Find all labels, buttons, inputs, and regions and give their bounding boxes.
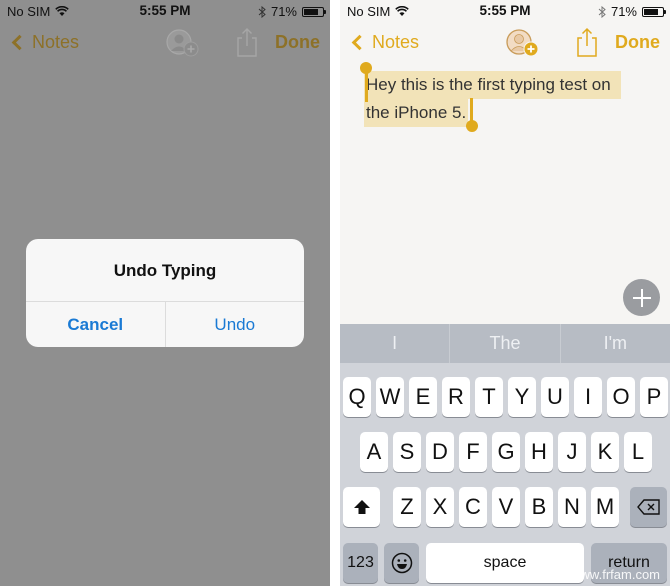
key-j[interactable]: J <box>558 432 586 472</box>
back-button[interactable]: Notes <box>10 32 79 53</box>
space-key[interactable]: space <box>426 543 584 583</box>
key-x[interactable]: X <box>426 487 454 527</box>
key-b[interactable]: B <box>525 487 553 527</box>
shift-key[interactable] <box>343 487 380 527</box>
add-person-icon[interactable] <box>504 28 540 58</box>
nav-bar: Notes Done <box>340 22 670 66</box>
selection-end-handle[interactable] <box>466 120 478 132</box>
add-person-icon[interactable] <box>164 28 200 58</box>
emoji-icon <box>391 552 412 574</box>
key-t[interactable]: T <box>475 377 503 417</box>
undo-button[interactable]: Undo <box>166 302 305 347</box>
alert-title: Undo Typing <box>113 261 217 280</box>
key-m[interactable]: M <box>591 487 619 527</box>
back-label: Notes <box>372 32 420 52</box>
key-l[interactable]: L <box>624 432 652 472</box>
battery-percent: 71% <box>610 4 637 19</box>
share-icon[interactable] <box>234 26 260 58</box>
note-editor[interactable]: Hey this is the first typing test on the… <box>340 62 670 324</box>
key-a[interactable]: A <box>360 432 388 472</box>
status-bar: No SIM 5:55 PM 71% <box>0 0 330 22</box>
key-f[interactable]: F <box>459 432 487 472</box>
key-e[interactable]: E <box>409 377 437 417</box>
key-g[interactable]: G <box>492 432 520 472</box>
selection-start-bar <box>365 72 368 102</box>
key-p[interactable]: P <box>640 377 668 417</box>
emoji-key[interactable] <box>384 543 419 583</box>
share-icon[interactable] <box>574 26 600 58</box>
key-n[interactable]: N <box>558 487 586 527</box>
key-w[interactable]: W <box>376 377 404 417</box>
note-line-1: Hey this is the first typing test on <box>364 71 621 99</box>
bluetooth-icon <box>598 5 606 18</box>
key-c[interactable]: C <box>459 487 487 527</box>
done-button[interactable]: Done <box>275 32 320 53</box>
battery-icon <box>302 6 326 17</box>
add-attachment-button[interactable] <box>623 279 660 316</box>
status-bar: No SIM 5:55 PM 71% <box>340 0 670 22</box>
undo-typing-alert: Undo Typing Cancel Undo <box>26 239 304 347</box>
prediction-item[interactable]: The <box>449 324 559 363</box>
key-z[interactable]: Z <box>393 487 421 527</box>
delete-key[interactable] <box>630 487 667 527</box>
key-i[interactable]: I <box>574 377 602 417</box>
done-button[interactable]: Done <box>615 32 660 53</box>
key-r[interactable]: R <box>442 377 470 417</box>
key-d[interactable]: D <box>426 432 454 472</box>
battery-icon <box>642 6 666 17</box>
chevron-left-icon <box>11 34 28 51</box>
key-v[interactable]: V <box>492 487 520 527</box>
prediction-item[interactable]: I'm <box>559 324 670 363</box>
predictive-bar: I The I'm <box>340 324 670 363</box>
watermark: www.frfam.com <box>571 567 660 582</box>
shift-icon <box>353 500 370 514</box>
delete-icon <box>636 499 660 515</box>
key-q[interactable]: Q <box>343 377 371 417</box>
numbers-key[interactable]: 123 <box>343 543 378 583</box>
keyboard: 123 space return QWERTYUIOPASDFGHJKLZXCV… <box>340 363 670 586</box>
chevron-left-icon <box>351 34 368 51</box>
plus-icon <box>632 288 651 307</box>
key-s[interactable]: S <box>393 432 421 472</box>
right-screen-notes: No SIM 5:55 PM 71% Notes Done Hey this i… <box>340 0 670 586</box>
key-h[interactable]: H <box>525 432 553 472</box>
back-button[interactable]: Notes <box>350 32 419 53</box>
key-k[interactable]: K <box>591 432 619 472</box>
note-line-2: the iPhone 5. <box>364 99 469 127</box>
note-text[interactable]: Hey this is the first typing test on the… <box>364 71 654 127</box>
back-label: Notes <box>32 32 80 52</box>
key-u[interactable]: U <box>541 377 569 417</box>
key-y[interactable]: Y <box>508 377 536 417</box>
prediction-item[interactable]: I <box>340 324 449 363</box>
bluetooth-icon <box>258 5 266 18</box>
left-screen-dimmed: No SIM 5:55 PM 71% Notes Done Undo Typin <box>0 0 330 586</box>
alert-actions: Cancel Undo <box>26 301 304 347</box>
battery-percent: 71% <box>270 4 297 19</box>
key-o[interactable]: O <box>607 377 635 417</box>
cancel-button[interactable]: Cancel <box>26 302 166 347</box>
nav-bar: Notes Done <box>0 22 330 66</box>
